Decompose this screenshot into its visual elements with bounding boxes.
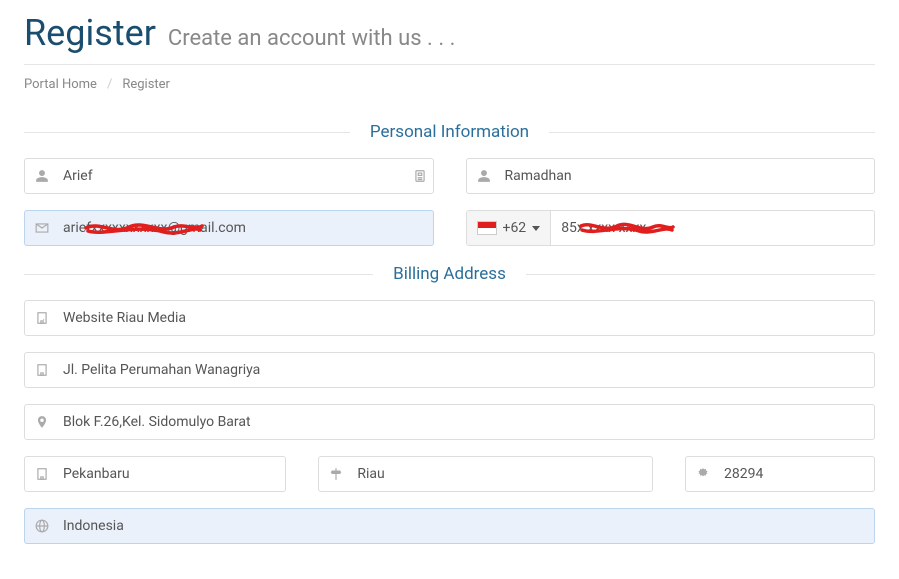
phone-country-selector[interactable]: +62 bbox=[467, 211, 552, 245]
billing-address-heading: Billing Address bbox=[373, 264, 526, 284]
address1-field[interactable] bbox=[59, 353, 874, 387]
building-icon bbox=[25, 457, 59, 491]
country-value: Indonesia bbox=[59, 509, 874, 543]
company-field[interactable] bbox=[59, 301, 874, 335]
certificate-icon bbox=[686, 457, 720, 491]
globe-icon bbox=[25, 509, 59, 543]
phone-code-label: +62 bbox=[503, 220, 527, 236]
page-title: Register bbox=[24, 12, 156, 54]
address2-field[interactable] bbox=[59, 405, 874, 439]
contact-card-icon bbox=[407, 159, 433, 193]
flag-indonesia-icon bbox=[477, 221, 497, 235]
building-icon bbox=[25, 353, 59, 387]
last-name-field[interactable] bbox=[501, 159, 875, 193]
phone-group: +62 bbox=[466, 210, 876, 246]
caret-down-icon bbox=[532, 226, 540, 231]
user-icon bbox=[467, 159, 501, 193]
envelope-icon bbox=[25, 211, 59, 245]
state-group bbox=[318, 456, 653, 492]
building-icon bbox=[25, 301, 59, 335]
last-name-group bbox=[466, 158, 876, 194]
state-field[interactable] bbox=[353, 457, 652, 491]
first-name-group bbox=[24, 158, 434, 194]
breadcrumb-separator: / bbox=[107, 77, 112, 92]
postcode-group bbox=[685, 456, 875, 492]
company-group bbox=[24, 300, 875, 336]
city-field[interactable] bbox=[59, 457, 285, 491]
page-subtitle: Create an account with us . . . bbox=[168, 26, 455, 51]
city-group bbox=[24, 456, 286, 492]
map-marker-icon bbox=[25, 405, 59, 439]
first-name-field[interactable] bbox=[59, 159, 407, 193]
country-select[interactable]: Indonesia bbox=[24, 508, 875, 544]
postcode-field[interactable] bbox=[720, 457, 875, 491]
signpost-icon bbox=[319, 457, 353, 491]
breadcrumb-home-link[interactable]: Portal Home bbox=[24, 77, 97, 92]
address2-group bbox=[24, 404, 875, 440]
user-icon bbox=[25, 159, 59, 193]
personal-info-heading: Personal Information bbox=[350, 122, 549, 142]
email-group bbox=[24, 210, 434, 246]
email-field[interactable] bbox=[59, 211, 433, 245]
phone-field[interactable] bbox=[551, 211, 874, 245]
address1-group bbox=[24, 352, 875, 388]
breadcrumb: Portal Home / Register bbox=[24, 65, 875, 104]
breadcrumb-current: Register bbox=[122, 77, 170, 92]
